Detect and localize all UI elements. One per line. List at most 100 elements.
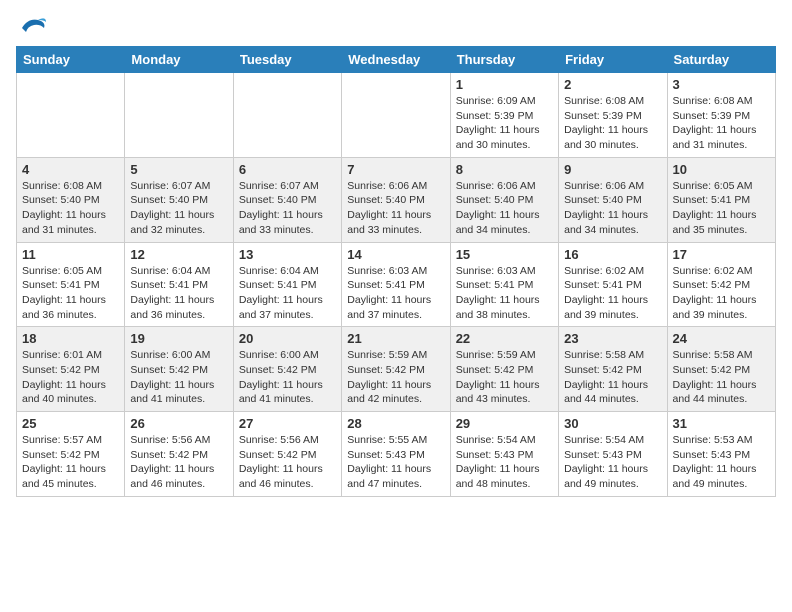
page-header <box>16 16 776 38</box>
calendar-cell <box>342 73 450 158</box>
calendar-cell: 4 Sunrise: 6:08 AM Sunset: 5:40 PM Daylig… <box>17 157 125 242</box>
day-header-monday: Monday <box>125 47 233 73</box>
day-info: Sunrise: 6:03 AM Sunset: 5:41 PM Dayligh… <box>347 264 444 323</box>
calendar-cell: 6Sunrise: 6:07 AM Sunset: 5:40 PM Daylig… <box>233 157 341 242</box>
day-info: Sunrise: 6:04 AM Sunset: 5:41 PM Dayligh… <box>130 264 227 323</box>
calendar-cell: 10 Sunrise: 6:05 AM Sunset: 5:41 PM Dayli… <box>667 157 775 242</box>
day-info: Sunrise: 5:54 AM Sunset: 5:43 PM Dayligh… <box>564 433 661 492</box>
day-info: Sunrise: 6:05 AM Sunset: 5:41 PM Dayligh… <box>673 179 770 238</box>
day-header-thursday: Thursday <box>450 47 558 73</box>
day-info: Sunrise: 6:01 AM Sunset: 5:42 PM Dayligh… <box>22 348 119 407</box>
day-info: Sunrise: 6:02 AM Sunset: 5:42 PM Dayligh… <box>673 264 770 323</box>
calendar-cell: 24 Sunrise: 5:58 AM Sunset: 5:42 PM Dayli… <box>667 327 775 412</box>
day-info: Sunrise: 6:05 AM Sunset: 5:41 PM Dayligh… <box>22 264 119 323</box>
week-row-5: 25 Sunrise: 5:57 AM Sunset: 5:42 PM Dayli… <box>17 412 776 497</box>
day-number: 29 <box>456 416 553 431</box>
day-number: 25 <box>22 416 119 431</box>
day-info: Sunrise: 5:58 AM Sunset: 5:42 PM Dayligh… <box>673 348 770 407</box>
calendar-cell: 7Sunrise: 6:06 AM Sunset: 5:40 PM Daylig… <box>342 157 450 242</box>
day-info: Sunrise: 5:59 AM Sunset: 5:42 PM Dayligh… <box>456 348 553 407</box>
day-number: 24 <box>673 331 770 346</box>
day-header-sunday: Sunday <box>17 47 125 73</box>
day-number: 30 <box>564 416 661 431</box>
calendar-cell: 14 Sunrise: 6:03 AM Sunset: 5:41 PM Dayli… <box>342 242 450 327</box>
week-row-1: 1 Sunrise: 6:09 AM Sunset: 5:39 PM Daylig… <box>17 73 776 158</box>
day-number: 21 <box>347 331 444 346</box>
day-info: Sunrise: 6:06 AM Sunset: 5:40 PM Dayligh… <box>347 179 444 238</box>
day-number: 12 <box>130 247 227 262</box>
day-number: 8 <box>456 162 553 177</box>
day-info: Sunrise: 6:04 AM Sunset: 5:41 PM Dayligh… <box>239 264 336 323</box>
day-info: Sunrise: 6:08 AM Sunset: 5:40 PM Dayligh… <box>22 179 119 238</box>
day-number: 4 <box>22 162 119 177</box>
calendar-table: SundayMondayTuesdayWednesdayThursdayFrid… <box>16 46 776 497</box>
calendar-cell: 30 Sunrise: 5:54 AM Sunset: 5:43 PM Dayli… <box>559 412 667 497</box>
calendar-cell: 28Sunrise: 5:55 AM Sunset: 5:43 PM Dayli… <box>342 412 450 497</box>
day-number: 31 <box>673 416 770 431</box>
day-number: 10 <box>673 162 770 177</box>
calendar-cell: 9Sunrise: 6:06 AM Sunset: 5:40 PM Daylig… <box>559 157 667 242</box>
calendar-cell: 3 Sunrise: 6:08 AM Sunset: 5:39 PM Daylig… <box>667 73 775 158</box>
calendar-cell: 26 Sunrise: 5:56 AM Sunset: 5:42 PM Dayli… <box>125 412 233 497</box>
day-info: Sunrise: 6:09 AM Sunset: 5:39 PM Dayligh… <box>456 94 553 153</box>
day-number: 5 <box>130 162 227 177</box>
day-info: Sunrise: 6:02 AM Sunset: 5:41 PM Dayligh… <box>564 264 661 323</box>
calendar-header-row: SundayMondayTuesdayWednesdayThursdayFrid… <box>17 47 776 73</box>
day-number: 27 <box>239 416 336 431</box>
calendar-cell: 27 Sunrise: 5:56 AM Sunset: 5:42 PM Dayli… <box>233 412 341 497</box>
day-number: 9 <box>564 162 661 177</box>
calendar-cell: 31 Sunrise: 5:53 AM Sunset: 5:43 PM Dayli… <box>667 412 775 497</box>
day-info: Sunrise: 5:57 AM Sunset: 5:42 PM Dayligh… <box>22 433 119 492</box>
day-number: 19 <box>130 331 227 346</box>
day-info: Sunrise: 5:56 AM Sunset: 5:42 PM Dayligh… <box>130 433 227 492</box>
day-number: 15 <box>456 247 553 262</box>
calendar-cell: 25 Sunrise: 5:57 AM Sunset: 5:42 PM Dayli… <box>17 412 125 497</box>
day-info: Sunrise: 5:59 AM Sunset: 5:42 PM Dayligh… <box>347 348 444 407</box>
day-number: 18 <box>22 331 119 346</box>
day-number: 1 <box>456 77 553 92</box>
day-number: 26 <box>130 416 227 431</box>
calendar-cell: 12 Sunrise: 6:04 AM Sunset: 5:41 PM Dayli… <box>125 242 233 327</box>
calendar-cell: 11Sunrise: 6:05 AM Sunset: 5:41 PM Dayli… <box>17 242 125 327</box>
calendar-cell: 29 Sunrise: 5:54 AM Sunset: 5:43 PM Dayli… <box>450 412 558 497</box>
day-number: 22 <box>456 331 553 346</box>
calendar-cell: 1 Sunrise: 6:09 AM Sunset: 5:39 PM Daylig… <box>450 73 558 158</box>
day-header-wednesday: Wednesday <box>342 47 450 73</box>
calendar-cell: 5 Sunrise: 6:07 AM Sunset: 5:40 PM Daylig… <box>125 157 233 242</box>
calendar-cell: 15 Sunrise: 6:03 AM Sunset: 5:41 PM Dayli… <box>450 242 558 327</box>
day-info: Sunrise: 6:00 AM Sunset: 5:42 PM Dayligh… <box>239 348 336 407</box>
day-number: 17 <box>673 247 770 262</box>
calendar-cell: 20Sunrise: 6:00 AM Sunset: 5:42 PM Dayli… <box>233 327 341 412</box>
calendar-cell <box>125 73 233 158</box>
calendar-cell: 2 Sunrise: 6:08 AM Sunset: 5:39 PM Daylig… <box>559 73 667 158</box>
calendar-cell: 19 Sunrise: 6:00 AM Sunset: 5:42 PM Dayli… <box>125 327 233 412</box>
day-number: 6 <box>239 162 336 177</box>
calendar-cell <box>233 73 341 158</box>
day-number: 16 <box>564 247 661 262</box>
week-row-2: 4 Sunrise: 6:08 AM Sunset: 5:40 PM Daylig… <box>17 157 776 242</box>
calendar-cell: 16 Sunrise: 6:02 AM Sunset: 5:41 PM Dayli… <box>559 242 667 327</box>
week-row-3: 11Sunrise: 6:05 AM Sunset: 5:41 PM Dayli… <box>17 242 776 327</box>
logo <box>16 16 46 38</box>
day-info: Sunrise: 5:54 AM Sunset: 5:43 PM Dayligh… <box>456 433 553 492</box>
calendar-cell: 17 Sunrise: 6:02 AM Sunset: 5:42 PM Dayli… <box>667 242 775 327</box>
day-header-friday: Friday <box>559 47 667 73</box>
day-info: Sunrise: 5:56 AM Sunset: 5:42 PM Dayligh… <box>239 433 336 492</box>
day-info: Sunrise: 5:53 AM Sunset: 5:43 PM Dayligh… <box>673 433 770 492</box>
calendar-cell: 21 Sunrise: 5:59 AM Sunset: 5:42 PM Dayli… <box>342 327 450 412</box>
day-info: Sunrise: 5:55 AM Sunset: 5:43 PM Dayligh… <box>347 433 444 492</box>
calendar-cell: 13 Sunrise: 6:04 AM Sunset: 5:41 PM Dayli… <box>233 242 341 327</box>
day-info: Sunrise: 6:08 AM Sunset: 5:39 PM Dayligh… <box>564 94 661 153</box>
calendar-cell: 22 Sunrise: 5:59 AM Sunset: 5:42 PM Dayli… <box>450 327 558 412</box>
calendar-cell <box>17 73 125 158</box>
day-number: 13 <box>239 247 336 262</box>
day-info: Sunrise: 6:08 AM Sunset: 5:39 PM Dayligh… <box>673 94 770 153</box>
day-number: 14 <box>347 247 444 262</box>
day-info: Sunrise: 6:07 AM Sunset: 5:40 PM Dayligh… <box>130 179 227 238</box>
day-info: Sunrise: 6:00 AM Sunset: 5:42 PM Dayligh… <box>130 348 227 407</box>
day-info: Sunrise: 6:06 AM Sunset: 5:40 PM Dayligh… <box>456 179 553 238</box>
day-number: 2 <box>564 77 661 92</box>
day-info: Sunrise: 6:03 AM Sunset: 5:41 PM Dayligh… <box>456 264 553 323</box>
day-number: 3 <box>673 77 770 92</box>
day-info: Sunrise: 5:58 AM Sunset: 5:42 PM Dayligh… <box>564 348 661 407</box>
